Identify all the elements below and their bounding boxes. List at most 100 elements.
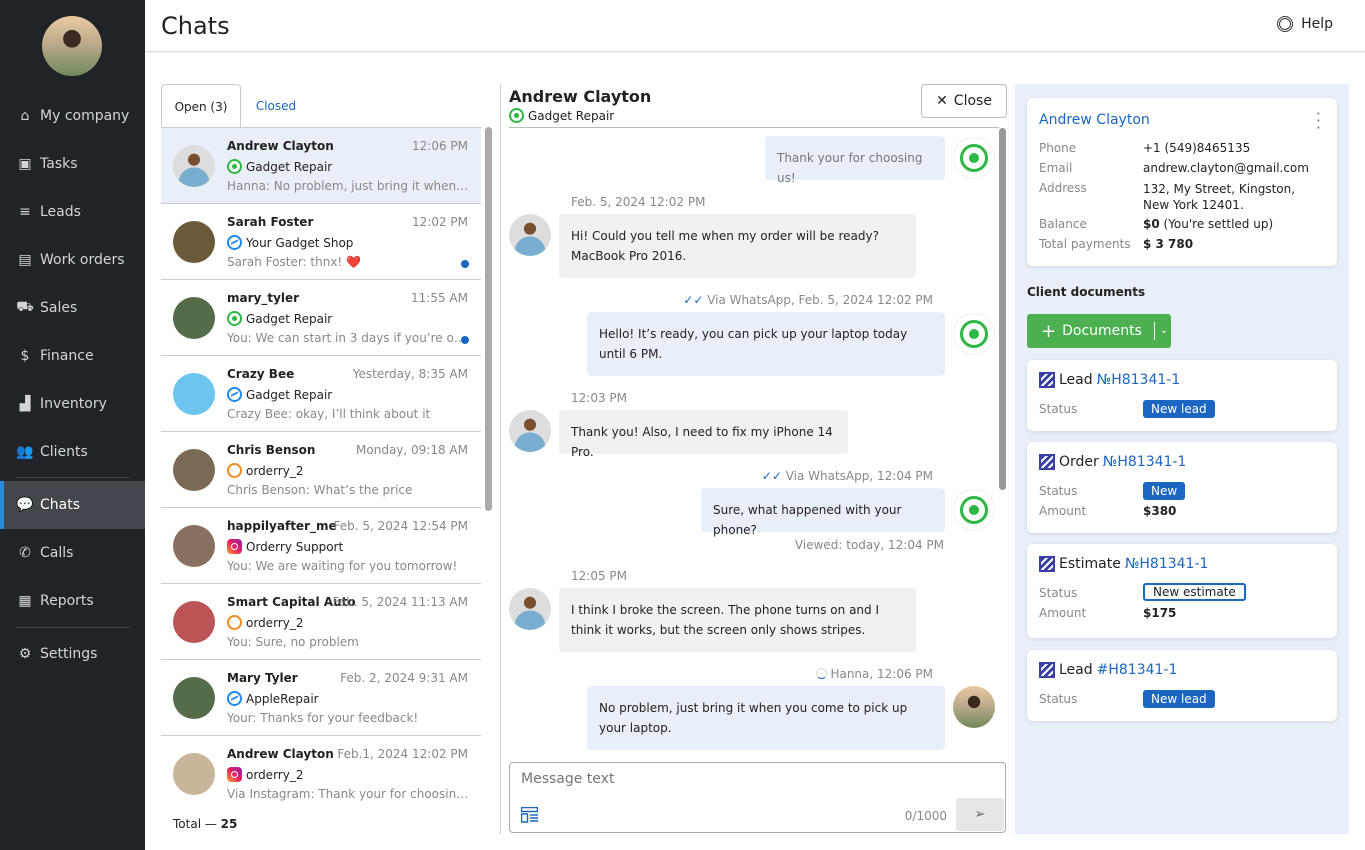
unread-indicator — [461, 336, 469, 344]
chevron-down-icon[interactable]: ⌄ — [1153, 322, 1168, 340]
client-name-link[interactable]: Andrew Clayton — [1039, 112, 1150, 128]
document-type: Order — [1059, 454, 1099, 470]
chat-list-scrollbar[interactable] — [485, 127, 492, 511]
gear-icon: ⚙ — [18, 646, 32, 662]
avatar — [173, 297, 215, 339]
message-bubble: Sure, what happened with your phone? — [701, 488, 945, 537]
whatsapp-icon — [953, 137, 995, 179]
chat-preview: Crazy Bee: okay, I’ll think about it — [227, 407, 431, 421]
channel-label: Gadget Repair — [246, 159, 333, 174]
send-icon: ➢ — [974, 807, 986, 822]
whatsapp-icon — [953, 313, 995, 355]
channel-label: Gadget Repair — [246, 311, 333, 326]
tab-open[interactable]: Open (3) — [161, 84, 241, 128]
avatar — [953, 686, 995, 728]
conversation-title: Andrew Clayton — [509, 87, 652, 106]
sidebar-item-leads[interactable]: ≡ Leads — [0, 188, 145, 236]
instagram-icon — [227, 767, 242, 782]
balance-value: $0 (You're settled up) — [1143, 217, 1273, 231]
chat-list-item[interactable]: Smart Capital Auto Feb. 5, 2024 11:13 AM… — [161, 584, 481, 660]
document-number-link[interactable]: №H81341-1 — [1125, 556, 1209, 572]
add-document-button[interactable]: + Documents ⌄ — [1027, 314, 1171, 348]
close-chat-button[interactable]: ✕ Close — [921, 84, 1007, 118]
chat-list-item[interactable]: Crazy Bee Yesterday, 8:35 AM Gadget Repa… — [161, 356, 481, 432]
send-button[interactable]: ➢ — [956, 798, 1004, 831]
document-number-link[interactable]: №H81341-1 — [1103, 454, 1187, 470]
sidebar-item-settings[interactable]: ⚙ Settings — [0, 630, 145, 678]
chat-name: happilyafter_me — [227, 519, 337, 533]
document-title: Estimate №H81341-1 — [1039, 556, 1208, 572]
sidebar-item-sales[interactable]: ⛟ Sales — [0, 284, 145, 332]
chat-preview: Chris Benson: What’s the price — [227, 483, 413, 497]
sidebar-item-clients[interactable]: 👥 Clients — [0, 428, 145, 476]
document-title: Order №H81341-1 — [1039, 454, 1186, 470]
field-label: Phone — [1039, 141, 1077, 155]
chat-list-item[interactable]: Sarah Foster 12:02 PM Your Gadget Shop S… — [161, 204, 481, 280]
chat-list-item[interactable]: mary_tyler 11:55 AM Gadget Repair You: W… — [161, 280, 481, 356]
message-meta: Hanna, 12:06 PM — [815, 667, 933, 681]
sidebar-item-reports[interactable]: ▦ Reports — [0, 577, 145, 625]
document-icon — [1039, 662, 1055, 678]
document-title: Lead №H81341-1 — [1039, 372, 1180, 388]
home-icon: ⌂ — [20, 108, 30, 124]
document-number-link[interactable]: №H81341-1 — [1097, 372, 1181, 388]
help-button[interactable]: Help — [1277, 16, 1333, 32]
avatar — [173, 677, 215, 719]
orderry-icon — [227, 463, 242, 478]
sidebar-item-chats[interactable]: 💬 Chats — [0, 481, 145, 529]
chat-name: Crazy Bee — [227, 367, 295, 381]
chat-preview: You: We are waiting for you tomorrow! — [227, 559, 458, 573]
tab-closed[interactable]: Closed — [241, 84, 311, 128]
message-meta: ✓✓ Via WhatsApp, Feb. 5, 2024 12:02 PM — [683, 293, 933, 307]
message-bubble: No problem, just bring it when you come … — [587, 686, 945, 750]
document-icon — [1039, 556, 1055, 572]
chat-list-item[interactable]: Mary Tyler Feb. 2, 2024 9:31 AM AppleRep… — [161, 660, 481, 736]
divider — [16, 627, 129, 628]
sidebar-item-finance[interactable]: $ Finance — [0, 332, 145, 380]
phone-icon: ✆ — [19, 545, 31, 561]
balance-amount: $0 — [1143, 217, 1160, 231]
nav-label: Finance — [40, 348, 94, 364]
amount-value: $175 — [1143, 606, 1177, 620]
user-avatar[interactable] — [42, 16, 102, 76]
amount-value: $380 — [1143, 504, 1177, 518]
channel-label: orderry_2 — [246, 615, 304, 630]
chat-time: Yesterday, 8:35 AM — [352, 367, 468, 381]
chat-preview: Hanna: No problem, just bring it when yo… — [227, 179, 469, 193]
channel-label: AppleRepair — [246, 691, 319, 706]
chat-channel: orderry_2 — [227, 615, 303, 630]
message-meta: Feb. 5, 2024 12:02 PM — [571, 195, 706, 209]
chat-list-item[interactable]: Andrew Clayton Feb.1, 2024 12:02 PM orde… — [161, 736, 481, 804]
message-input[interactable] — [521, 771, 991, 787]
close-icon: ✕ — [936, 93, 948, 109]
messenger-icon — [227, 235, 242, 250]
cart-icon: ⛟ — [16, 299, 34, 315]
chat-channel: Your Gadget Shop — [227, 235, 353, 250]
sidebar-item-work-orders[interactable]: ▤ Work orders — [0, 236, 145, 284]
channel-label: orderry_2 — [246, 767, 304, 782]
plus-icon: + — [1041, 320, 1057, 342]
sidebar-item-tasks[interactable]: ▣ Tasks — [0, 140, 145, 188]
chat-list-item[interactable]: Chris Benson Monday, 09:18 AM orderry_2 … — [161, 432, 481, 508]
filter-icon: ≡ — [19, 204, 31, 220]
template-icon[interactable] — [521, 807, 538, 823]
orderry-icon — [227, 615, 242, 630]
document-number-link[interactable]: #H81341-1 — [1097, 662, 1178, 678]
more-options-icon[interactable]: · · · — [1316, 106, 1321, 136]
status-badge: New estimate — [1143, 583, 1246, 601]
total-label: Total — — [173, 817, 217, 831]
field-label: Email — [1039, 161, 1073, 175]
sidebar-item-inventory[interactable]: ▟ Inventory — [0, 380, 145, 428]
conversation-scrollbar[interactable] — [999, 128, 1006, 490]
status-badge: New lead — [1143, 400, 1215, 418]
chat-list-item[interactable]: happilyafter_me Feb. 5, 2024 12:54 PM Or… — [161, 508, 481, 584]
avatar — [509, 588, 551, 630]
sidebar-item-calls[interactable]: ✆ Calls — [0, 529, 145, 577]
help-label: Help — [1301, 16, 1333, 32]
chat-list-item[interactable]: Andrew Clayton 12:06 PM Gadget Repair Ha… — [161, 128, 481, 204]
status-label: Status — [1039, 484, 1078, 498]
message-meta: 12:05 PM — [571, 569, 627, 583]
total-count: Total — 25 — [173, 817, 237, 831]
chat-time: 11:55 AM — [411, 291, 468, 305]
sidebar-item-my-company[interactable]: ⌂ My company — [0, 92, 145, 140]
